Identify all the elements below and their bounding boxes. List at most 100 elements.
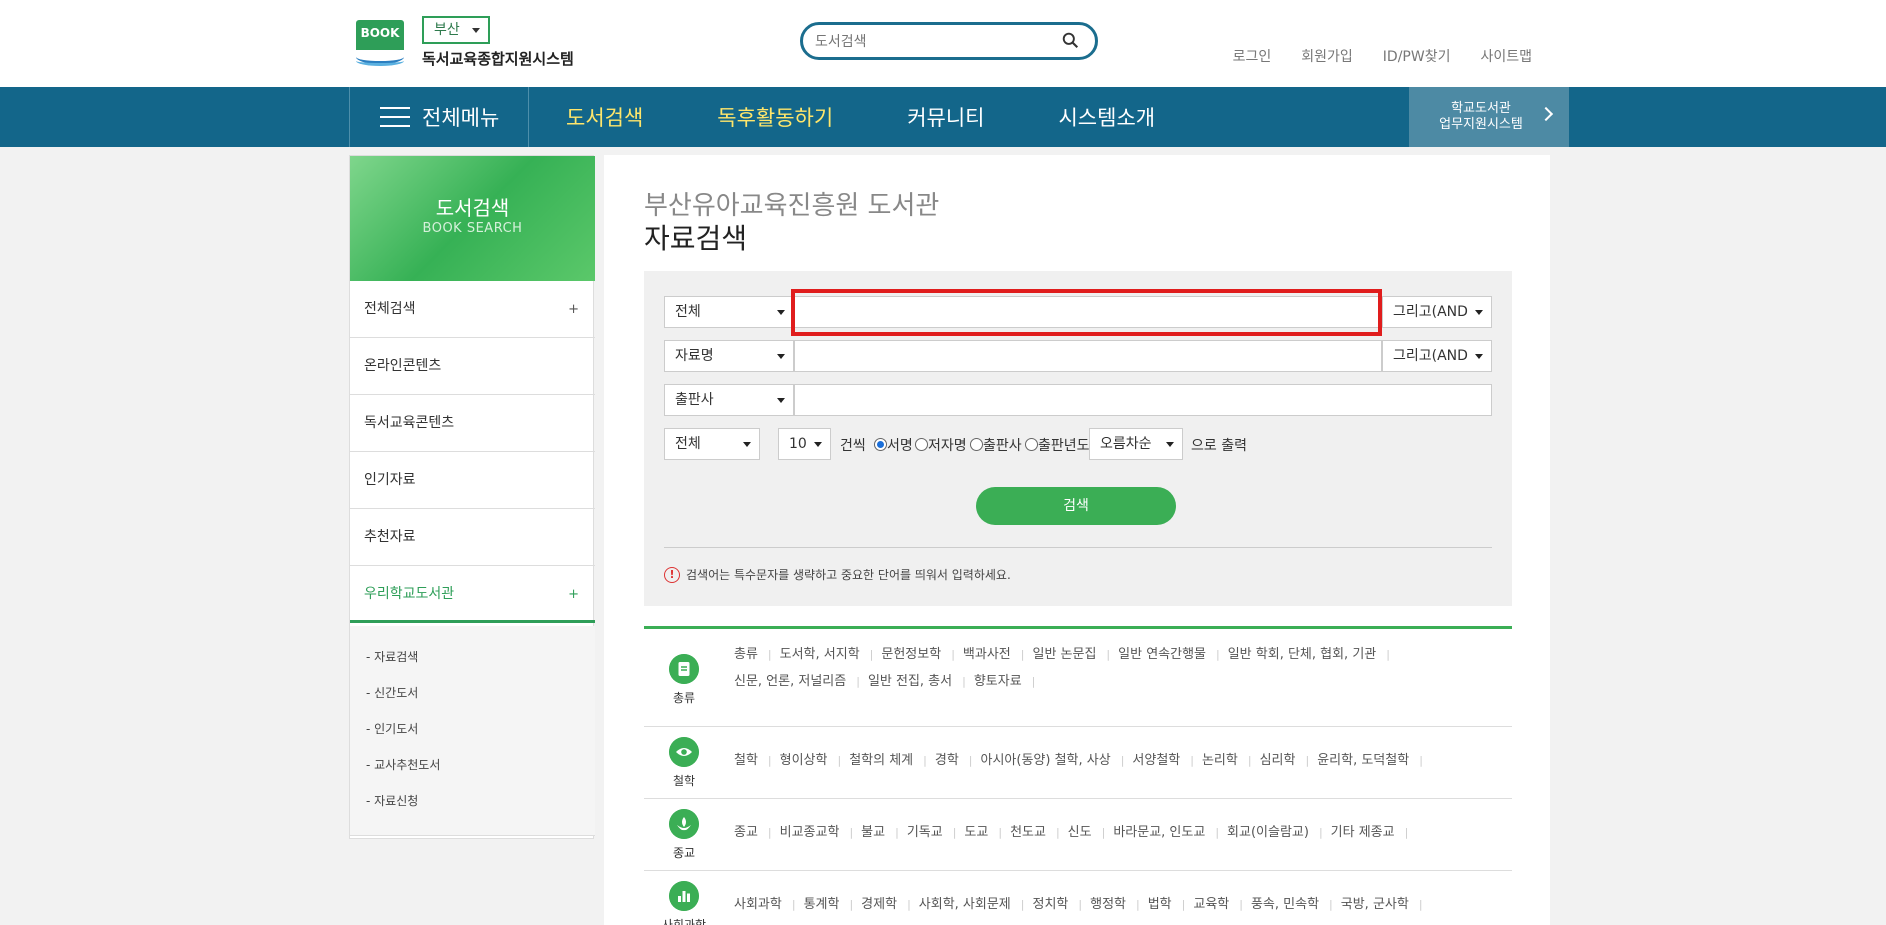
category-link[interactable]: 통계학 [804, 891, 854, 918]
plus-icon: + [568, 302, 579, 317]
sidebar-banner: 도서검색 BOOK SEARCH [350, 156, 595, 281]
category-link[interactable]: 국방, 군사학 [1341, 891, 1423, 918]
sidebar-item-all-search[interactable]: 전체검색 + [350, 281, 595, 338]
material-type-value: 전체 [675, 436, 701, 452]
category-link[interactable]: 일반 전집, 총서 [868, 668, 966, 695]
category-link[interactable]: 일반 연속간행물 [1118, 641, 1220, 668]
school-library-system-button[interactable]: 학교도서관 업무지원시스템 [1409, 87, 1569, 147]
find-id-pw-link[interactable]: ID/PW찾기 [1383, 46, 1451, 66]
sitemap-link[interactable]: 사이트맵 [1480, 46, 1532, 66]
category-link[interactable]: 아시아(동양) 철학, 사상 [981, 747, 1125, 774]
category-link[interactable]: 기타 제종교 [1331, 819, 1409, 846]
search-button[interactable]: 검색 [976, 487, 1176, 525]
category-link[interactable]: 사회과학 [734, 891, 796, 918]
category-link[interactable]: 심리학 [1260, 747, 1310, 774]
document-icon [669, 654, 699, 684]
category-link[interactable]: 비교종교학 [780, 819, 854, 846]
category-link[interactable]: 일반 학회, 단체, 협회, 기관 [1228, 641, 1390, 668]
sidebar-item-reading-content[interactable]: 독서교육콘텐츠 [350, 395, 595, 452]
sort-radio-author[interactable] [915, 438, 928, 451]
category-link[interactable]: 문헌정보학 [881, 641, 955, 668]
submenu-item-teacher-recommended[interactable]: - 교사추천도서 [350, 756, 595, 792]
sidebar-item-label: 추천자료 [364, 529, 416, 545]
row3-field-select[interactable]: 출판사 [664, 384, 794, 416]
search-notice-text: 검색어는 특수문자를 생략하고 중요한 단어를 띄워서 입력하세요. [686, 568, 1011, 582]
row3-keyword-input[interactable] [794, 384, 1492, 416]
category-label: 철학 [672, 774, 696, 788]
category-link[interactable]: 경학 [935, 747, 973, 774]
caret-down-icon [743, 442, 751, 447]
nav-community[interactable]: 커뮤니티 [907, 102, 984, 132]
category-link[interactable]: 경제학 [861, 891, 911, 918]
material-type-select[interactable]: 전체 [664, 428, 760, 460]
category-links: 철학 형이상학 철학의 체계 경학 아시아(동양) 철학, 사상 서양철학 논리학 심리학 윤리… [734, 747, 1494, 774]
category-link[interactable]: 도교 [964, 819, 1002, 846]
row2-field-select[interactable]: 자료명 [664, 340, 794, 372]
category-link[interactable]: 향토자료 [974, 668, 1036, 695]
sort-label-pub-year: 출판년도 [1038, 438, 1090, 454]
caret-down-icon [777, 398, 785, 403]
category-link[interactable]: 신문, 언론, 저널리즘 [734, 668, 860, 695]
submenu-item-material-request[interactable]: - 자료신청 [350, 792, 595, 828]
nav-system-intro[interactable]: 시스템소개 [1058, 102, 1155, 132]
category-link[interactable]: 백과사전 [963, 641, 1025, 668]
category-link[interactable]: 일반 논문집 [1032, 641, 1110, 668]
row2-field-value: 자료명 [675, 348, 714, 364]
submenu-item-new-books[interactable]: - 신간도서 [350, 684, 595, 720]
sidebar-item-popular[interactable]: 인기자료 [350, 452, 595, 509]
category-link[interactable]: 천도교 [1010, 819, 1060, 846]
category-link[interactable]: 회교(이슬람교) [1227, 819, 1323, 846]
category-link[interactable]: 법학 [1148, 891, 1186, 918]
page-size-value: 10 [789, 436, 807, 452]
category-link[interactable]: 신도 [1068, 819, 1106, 846]
utility-nav: 로그인 회원가입 ID/PW찾기 사이트맵 [1233, 46, 1532, 66]
all-menu-label: 전체메뉴 [422, 106, 500, 130]
caret-down-icon [777, 354, 785, 359]
all-menu-button[interactable]: 전체메뉴 [349, 87, 529, 147]
submenu-item-popular-books[interactable]: - 인기도서 [350, 720, 595, 756]
category-link[interactable]: 정치학 [1033, 891, 1083, 918]
row1-operator-select[interactable]: 그리고(AND [1382, 296, 1492, 328]
category-link[interactable]: 도서학, 서지학 [780, 641, 874, 668]
caret-down-icon [814, 442, 822, 447]
order-value: 오름차순 [1100, 436, 1152, 452]
header-search-input[interactable] [815, 31, 1045, 53]
caret-down-icon [1166, 442, 1174, 447]
caret-down-icon [472, 28, 480, 33]
category-link[interactable]: 철학의 체계 [849, 747, 927, 774]
row2-operator-select[interactable]: 그리고(AND [1382, 340, 1492, 372]
sort-radio-pub-year[interactable] [1025, 438, 1038, 451]
submenu-item-material-search[interactable]: - 자료검색 [350, 648, 595, 684]
nav-book-search[interactable]: 도서검색 [566, 102, 643, 132]
category-link[interactable]: 바라문교, 인도교 [1113, 819, 1219, 846]
nav-reading-activities[interactable]: 독후활동하기 [717, 102, 833, 132]
category-link[interactable]: 사회학, 사회문제 [919, 891, 1025, 918]
category-link[interactable]: 서양철학 [1132, 747, 1194, 774]
sort-radio-publisher[interactable] [970, 438, 983, 451]
plus-icon: + [568, 587, 579, 602]
region-select[interactable]: 부산 [422, 16, 490, 44]
category-link[interactable]: 풍속, 민속학 [1251, 891, 1333, 918]
category-link[interactable]: 논리학 [1202, 747, 1252, 774]
row2-keyword-input[interactable] [794, 340, 1382, 372]
sidebar-item-recommended[interactable]: 추천자료 [350, 509, 595, 566]
category-link[interactable]: 윤리학, 도덕철학 [1317, 747, 1423, 774]
category-link[interactable]: 기독교 [907, 819, 957, 846]
row1-field-select[interactable]: 전체 [664, 296, 794, 328]
signup-link[interactable]: 회원가입 [1301, 46, 1353, 66]
category-list: 총류 총류 도서학, 서지학 문헌정보학 백과사전 일반 논문집 일반 연속간행물 일반 학… [644, 629, 1512, 925]
category-link[interactable]: 불교 [861, 819, 899, 846]
sidebar-item-online-content[interactable]: 온라인콘텐츠 [350, 338, 595, 395]
order-select[interactable]: 오름차순 [1089, 428, 1183, 460]
login-link[interactable]: 로그인 [1233, 46, 1272, 66]
category-link[interactable]: 종교 [734, 819, 772, 846]
category-link[interactable]: 형이상학 [780, 747, 842, 774]
category-link[interactable]: 철학 [734, 747, 772, 774]
sort-radio-title[interactable] [874, 438, 887, 451]
page-size-select[interactable]: 10 [778, 428, 831, 460]
category-link[interactable]: 교육학 [1193, 891, 1243, 918]
category-link[interactable]: 행정학 [1090, 891, 1140, 918]
category-link[interactable]: 총류 [734, 641, 772, 668]
sidebar-item-our-school-library[interactable]: 우리학교도서관 + [350, 566, 595, 623]
search-icon[interactable] [1062, 32, 1079, 49]
